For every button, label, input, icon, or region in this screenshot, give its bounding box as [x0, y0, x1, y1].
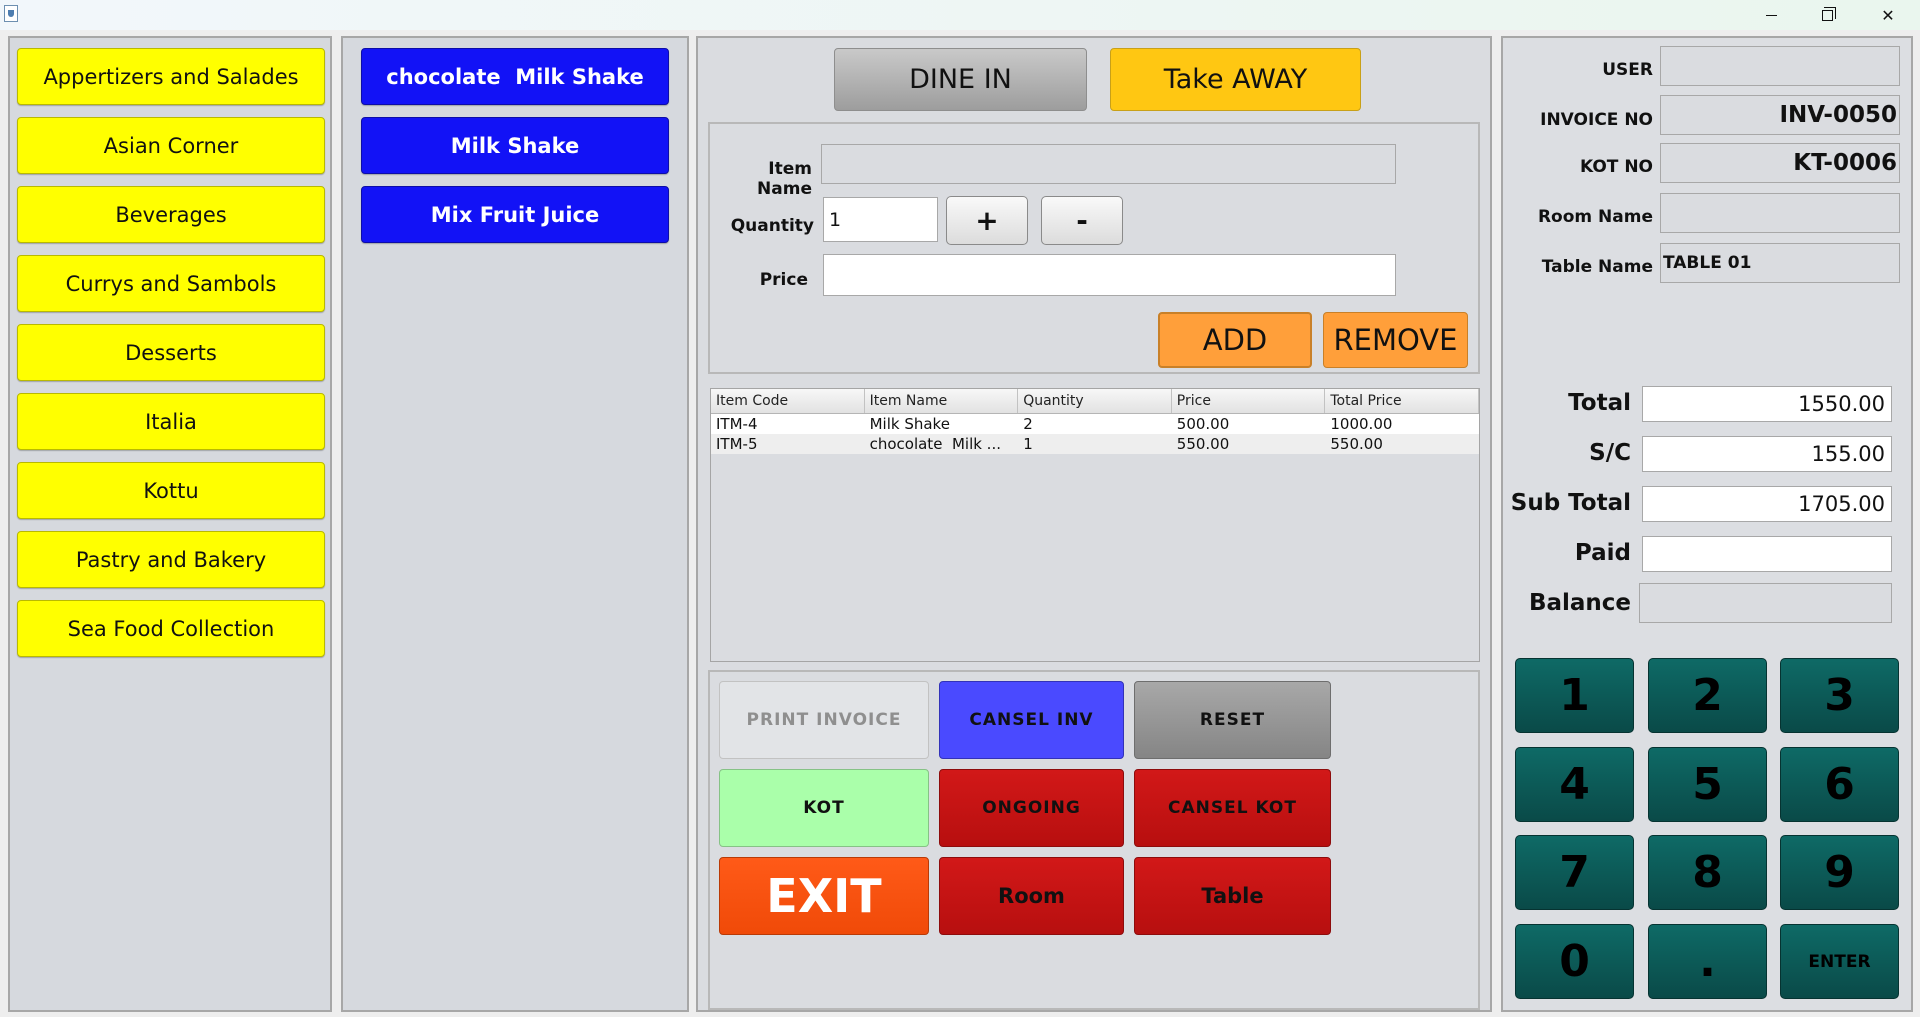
menu-item-button[interactable]: Mix Fruit Juice: [361, 186, 669, 243]
service-charge-field[interactable]: 155.00: [1642, 436, 1892, 472]
paid-field[interactable]: [1642, 536, 1892, 572]
cell-price: 500.00: [1176, 415, 1230, 433]
action-buttons: PRINT INVOICE CANSEL INV RESET KOT ONGOI…: [708, 670, 1480, 1010]
category-button[interactable]: Sea Food Collection: [17, 600, 325, 657]
keypad-3-button[interactable]: 3: [1780, 658, 1899, 733]
table-header: Item Code Item Name Quantity Price Total…: [711, 389, 1479, 414]
column-header[interactable]: Item Name: [865, 389, 1019, 413]
price-field[interactable]: [823, 254, 1396, 296]
menu-item-button[interactable]: Milk Shake: [361, 117, 669, 174]
keypad-5-button[interactable]: 5: [1648, 747, 1767, 822]
service-charge-label: S/C: [1589, 440, 1631, 466]
sub-total-label: Sub Total: [1510, 490, 1631, 516]
dine-in-button[interactable]: DINE IN: [834, 48, 1087, 111]
keypad-1-button[interactable]: 1: [1515, 658, 1634, 733]
keypad-enter-button[interactable]: ENTER: [1780, 924, 1899, 999]
category-button[interactable]: Appertizers and Salades: [17, 48, 325, 105]
close-button[interactable]: ✕: [1860, 0, 1916, 30]
cell-item-name: chocolate Milk ...: [869, 435, 1001, 453]
restore-icon: [1821, 6, 1836, 21]
column-header[interactable]: Total Price: [1325, 389, 1479, 413]
room-button[interactable]: Room: [939, 857, 1124, 935]
cancel-kot-button[interactable]: CANSEL KOT: [1134, 769, 1331, 847]
print-invoice-button[interactable]: PRINT INVOICE: [719, 681, 929, 759]
items-panel: chocolate Milk Shake Milk Shake Mix Frui…: [341, 36, 689, 1012]
exit-button[interactable]: EXIT: [719, 857, 929, 935]
category-button[interactable]: Asian Corner: [17, 117, 325, 174]
column-header[interactable]: Item Code: [711, 389, 865, 413]
keypad-0-button[interactable]: 0: [1515, 924, 1634, 999]
category-button[interactable]: Currys and Sambols: [17, 255, 325, 312]
billing-panel: USER INVOICE NO INV-0050 KOT NO KT-0006 …: [1501, 36, 1913, 1012]
keypad-7-button[interactable]: 7: [1515, 835, 1634, 910]
order-panel: DINE IN Take AWAY Item Name Quantity 1 +…: [696, 36, 1492, 1012]
cell-quantity: 1: [1023, 435, 1033, 453]
cell-item-code: ITM-5: [716, 435, 758, 453]
take-away-button[interactable]: Take AWAY: [1110, 48, 1361, 111]
cancel-invoice-button[interactable]: CANSEL INV: [939, 681, 1124, 759]
cell-item-name: Milk Shake: [869, 415, 950, 433]
keypad-8-button[interactable]: 8: [1648, 835, 1767, 910]
sub-total-field[interactable]: 1705.00: [1642, 486, 1892, 522]
category-button[interactable]: Kottu: [17, 462, 325, 519]
table-row[interactable]: ITM-4 Milk Shake 2 500.00 1000.00: [711, 414, 1479, 434]
keypad-9-button[interactable]: 9: [1780, 835, 1899, 910]
column-header[interactable]: Price: [1172, 389, 1326, 413]
item-name-field[interactable]: [821, 144, 1396, 184]
category-button[interactable]: Italia: [17, 393, 325, 450]
column-header[interactable]: Quantity: [1018, 389, 1172, 413]
room-name-field[interactable]: [1660, 193, 1900, 233]
user-field[interactable]: [1660, 46, 1900, 86]
order-items-table[interactable]: Item Code Item Name Quantity Price Total…: [710, 388, 1480, 662]
add-button[interactable]: ADD: [1158, 312, 1312, 368]
category-button[interactable]: Pastry and Bakery: [17, 531, 325, 588]
kot-button[interactable]: KOT: [719, 769, 929, 847]
menu-item-button[interactable]: chocolate Milk Shake: [361, 48, 669, 105]
reset-button[interactable]: RESET: [1134, 681, 1331, 759]
total-label: Total: [1568, 390, 1631, 416]
cell-total-price: 1000.00: [1330, 415, 1393, 433]
categories-panel: Appertizers and Salades Asian Corner Bev…: [8, 36, 332, 1012]
quantity-plus-button[interactable]: +: [946, 196, 1028, 245]
remove-button[interactable]: REMOVE: [1323, 312, 1468, 368]
balance-field[interactable]: [1639, 583, 1892, 623]
item-name-label: Item Name: [757, 159, 812, 199]
item-entry-form: Item Name Quantity 1 + - Price ADD REMOV…: [708, 122, 1480, 374]
restore-button[interactable]: [1799, 0, 1855, 30]
user-label: USER: [1602, 60, 1653, 80]
invoice-no-label: INVOICE NO: [1540, 110, 1653, 130]
keypad-2-button[interactable]: 2: [1648, 658, 1767, 733]
keypad-dot-button[interactable]: .: [1648, 924, 1767, 999]
cell-price: 550.00: [1176, 435, 1230, 453]
java-app-icon: [4, 5, 18, 22]
room-name-label: Room Name: [1537, 207, 1653, 227]
quantity-field[interactable]: 1: [823, 197, 938, 242]
table-name-field[interactable]: TABLE 01: [1660, 243, 1900, 283]
category-button[interactable]: Desserts: [17, 324, 325, 381]
close-icon: ✕: [1881, 5, 1895, 25]
minimize-button[interactable]: [1743, 0, 1799, 30]
window-titlebar: ✕: [0, 0, 1920, 30]
category-button[interactable]: Beverages: [17, 186, 325, 243]
quantity-label: Quantity: [730, 216, 814, 236]
cell-quantity: 2: [1023, 415, 1033, 433]
balance-label: Balance: [1528, 590, 1631, 616]
ongoing-button[interactable]: ONGOING: [939, 769, 1124, 847]
cell-total-price: 550.00: [1330, 435, 1383, 453]
kot-no-field[interactable]: KT-0006: [1660, 143, 1900, 183]
keypad-4-button[interactable]: 4: [1515, 747, 1634, 822]
table-row[interactable]: ITM-5 chocolate Milk ... 1 550.00 550.00: [711, 434, 1479, 454]
invoice-no-field[interactable]: INV-0050: [1660, 95, 1900, 135]
total-field[interactable]: 1550.00: [1642, 386, 1892, 422]
table-button[interactable]: Table: [1134, 857, 1331, 935]
cell-item-code: ITM-4: [716, 415, 758, 433]
keypad-6-button[interactable]: 6: [1780, 747, 1899, 822]
minimize-icon: [1765, 14, 1777, 16]
price-label: Price: [759, 270, 808, 290]
kot-no-label: KOT NO: [1579, 157, 1653, 177]
paid-label: Paid: [1574, 540, 1631, 566]
quantity-minus-button[interactable]: -: [1041, 196, 1123, 245]
table-name-label: Table Name: [1541, 257, 1653, 277]
